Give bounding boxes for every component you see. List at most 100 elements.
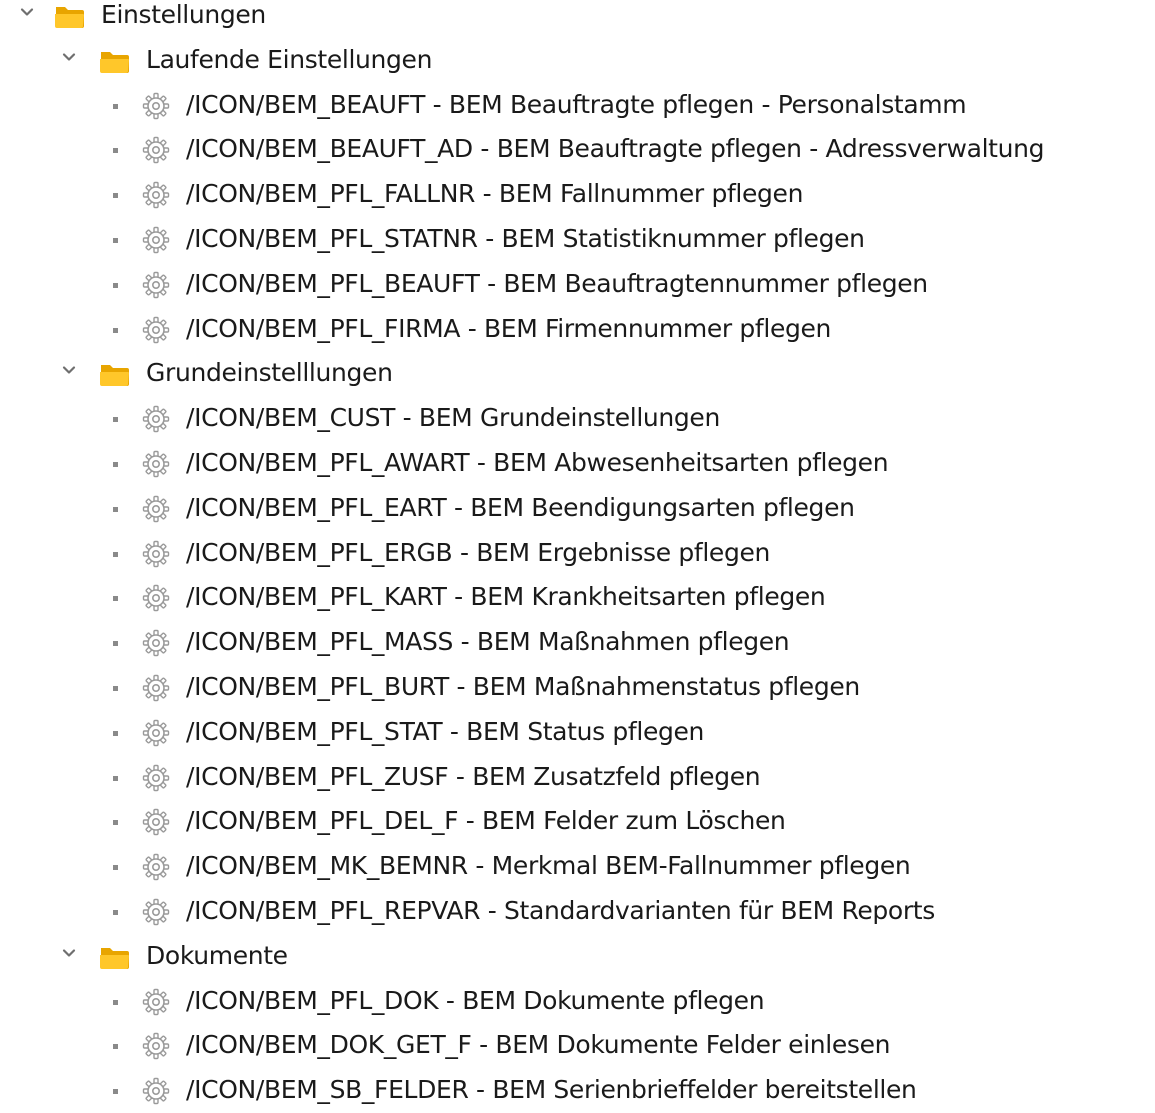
tree-node-label: /ICON/BEM_PFL_AWART - BEM Abwesenheitsar… <box>186 448 889 477</box>
tree-node-label: /ICON/BEM_MK_BEMNR - Merkmal BEM-Fallnum… <box>186 851 911 881</box>
tree-node-label: /ICON/BEM_PFL_ERGB - BEM Ergebnisse pfle… <box>186 537 770 567</box>
tree-node-label: /ICON/BEM_BEAUFT_AD - BEM Beauftragte pf… <box>186 134 1045 164</box>
bullet-icon <box>113 282 118 288</box>
bullet-icon <box>113 910 118 915</box>
tree-node-label: /ICON/BEM_PFL_DOK - BEM Dokumente pflege… <box>186 985 765 1015</box>
bullet-icon <box>113 775 118 781</box>
tree-node-label: /ICON/BEM_PFL_FALLNR - BEM Fallnummer pf… <box>186 179 804 209</box>
tree-node-label: /ICON/BEM_BEAUFT - BEM Beauftragte pfleg… <box>186 89 967 119</box>
gear-icon <box>142 808 170 836</box>
tree-item[interactable]: /ICON/BEM_PFL_STAT - BEM Status pflegen <box>0 711 1155 755</box>
bullet-icon <box>113 820 118 826</box>
chevron-down-icon[interactable] <box>62 49 76 63</box>
tree-node-label: /ICON/BEM_PFL_EART - BEM Beendigungsarte… <box>186 492 855 522</box>
bullet-icon <box>113 641 118 647</box>
tree-node-label: /ICON/BEM_PFL_KART - BEM Krankheitsarten… <box>186 582 826 612</box>
bullet-icon <box>113 551 118 557</box>
gear-icon <box>142 92 170 120</box>
tree-node-label: Einstellungen <box>101 0 266 29</box>
bullet-icon <box>113 686 118 691</box>
gear-icon <box>142 316 170 344</box>
bullet-icon <box>113 327 118 333</box>
tree-item[interactable]: /ICON/BEM_CUST - BEM Grundeinstellungen <box>0 397 1155 441</box>
tree-item[interactable]: /ICON/BEM_PFL_REPVAR - Standardvarianten… <box>0 890 1155 934</box>
chevron-down-icon[interactable] <box>62 362 76 376</box>
gear-icon <box>142 136 170 164</box>
tree-item[interactable]: /ICON/BEM_BEAUFT - BEM Beauftragte pfleg… <box>0 84 1155 128</box>
tree-item[interactable]: /ICON/BEM_PFL_ERGB - BEM Ergebnisse pfle… <box>0 532 1155 576</box>
tree-node-label: /ICON/BEM_PFL_STAT - BEM Status pflegen <box>186 716 705 746</box>
gear-icon <box>142 450 170 478</box>
tree-item[interactable]: /ICON/BEM_PFL_FALLNR - BEM Fallnummer pf… <box>0 173 1155 217</box>
folder-open-icon <box>99 361 131 387</box>
tree-item[interactable]: /ICON/BEM_BEAUFT_AD - BEM Beauftragte pf… <box>0 128 1155 172</box>
tree-node-label: Dokumente <box>146 940 288 970</box>
tree-item[interactable]: /ICON/BEM_PFL_MASS - BEM Maßnahmen pfleg… <box>0 621 1155 665</box>
gear-icon <box>142 271 170 299</box>
bullet-icon <box>113 596 118 602</box>
tree-node-label: /ICON/BEM_PFL_DEL_F - BEM Felder zum Lös… <box>186 806 786 836</box>
tree-item[interactable]: /ICON/BEM_MK_BEMNR - Merkmal BEM-Fallnum… <box>0 845 1155 889</box>
tree-node-label: /ICON/BEM_PFL_STATNR - BEM Statistiknumm… <box>186 224 865 253</box>
tree-node-label: /ICON/BEM_PFL_ZUSF - BEM Zusatzfeld pfle… <box>186 761 761 791</box>
tree-item[interactable]: /ICON/BEM_PFL_STATNR - BEM Statistiknumm… <box>0 218 1155 262</box>
tree-item[interactable]: /ICON/BEM_PFL_ZUSF - BEM Zusatzfeld pfle… <box>0 756 1155 800</box>
bullet-icon <box>113 462 118 467</box>
folder-open-icon <box>99 48 131 74</box>
tree-item[interactable]: /ICON/BEM_PFL_DEL_F - BEM Felder zum Lös… <box>0 800 1155 844</box>
tree-node-label: /ICON/BEM_SB_FELDER - BEM Serienbrieffel… <box>186 1075 917 1105</box>
tree-node-root[interactable]: Einstellungen <box>0 0 1155 38</box>
bullet-icon <box>113 1089 118 1095</box>
gear-icon <box>142 584 170 612</box>
bullet-icon <box>113 148 118 154</box>
bullet-icon <box>113 103 118 109</box>
folder-open-icon <box>54 3 86 29</box>
chevron-down-icon[interactable] <box>62 945 76 959</box>
tree-node-folder[interactable]: Dokumente <box>0 935 1155 979</box>
gear-icon <box>142 226 170 254</box>
tree-item[interactable]: /ICON/BEM_SB_FELDER - BEM Serienbrieffel… <box>0 1069 1155 1113</box>
tree-item[interactable]: /ICON/BEM_PFL_AWART - BEM Abwesenheitsar… <box>0 442 1155 486</box>
bullet-icon <box>113 506 118 512</box>
gear-icon <box>142 988 170 1016</box>
bullet-icon <box>113 238 118 243</box>
gear-icon <box>142 898 170 926</box>
tree-node-label: /ICON/BEM_CUST - BEM Grundeinstellungen <box>186 403 720 433</box>
bullet-icon <box>113 730 118 736</box>
tree-node-label: /ICON/BEM_PFL_MASS - BEM Maßnahmen pfleg… <box>186 627 790 657</box>
tree-node-folder[interactable]: Grundeinstelllungen <box>0 352 1155 396</box>
tree-node-label: Grundeinstelllungen <box>146 358 393 388</box>
gear-icon <box>142 853 170 881</box>
gear-icon <box>142 674 170 702</box>
bullet-icon <box>113 1044 118 1050</box>
bullet-icon <box>113 417 118 423</box>
gear-icon <box>142 405 170 433</box>
tree-item[interactable]: /ICON/BEM_PFL_BURT - BEM Maßnahmenstatus… <box>0 666 1155 710</box>
chevron-down-icon[interactable] <box>20 4 34 18</box>
tree-node-label: /ICON/BEM_PFL_FIRMA - BEM Firmennummer p… <box>186 313 832 343</box>
tree-node-label: /ICON/BEM_DOK_GET_F - BEM Dokumente Feld… <box>186 1030 891 1060</box>
tree-item[interactable]: /ICON/BEM_PFL_EART - BEM Beendigungsarte… <box>0 487 1155 531</box>
folder-open-icon <box>99 944 131 970</box>
gear-icon <box>142 540 170 568</box>
tree-node-label: /ICON/BEM_PFL_REPVAR - Standardvarianten… <box>186 896 935 925</box>
bullet-icon <box>113 865 118 871</box>
gear-icon <box>142 764 170 792</box>
tree-item[interactable]: /ICON/BEM_PFL_DOK - BEM Dokumente pflege… <box>0 980 1155 1024</box>
tree-node-label: /ICON/BEM_PFL_BEAUFT - BEM Beauftragtenn… <box>186 268 928 298</box>
tree-item[interactable]: /ICON/BEM_PFL_FIRMA - BEM Firmennummer p… <box>0 308 1155 352</box>
gear-icon <box>142 719 170 747</box>
tree-node-folder[interactable]: Laufende Einstellungen <box>0 39 1155 83</box>
gear-icon <box>142 1077 170 1105</box>
tree-node-label: Laufende Einstellungen <box>146 44 433 74</box>
tree-item[interactable]: /ICON/BEM_PFL_BEAUFT - BEM Beauftragtenn… <box>0 263 1155 307</box>
tree-node-label: /ICON/BEM_PFL_BURT - BEM Maßnahmenstatus… <box>186 672 860 701</box>
bullet-icon <box>113 999 118 1005</box>
tree-item[interactable]: /ICON/BEM_PFL_KART - BEM Krankheitsarten… <box>0 576 1155 620</box>
gear-icon <box>142 181 170 209</box>
gear-icon <box>142 495 170 523</box>
gear-icon <box>142 1032 170 1060</box>
bullet-icon <box>113 193 118 199</box>
gear-icon <box>142 629 170 657</box>
tree-item[interactable]: /ICON/BEM_DOK_GET_F - BEM Dokumente Feld… <box>0 1024 1155 1068</box>
